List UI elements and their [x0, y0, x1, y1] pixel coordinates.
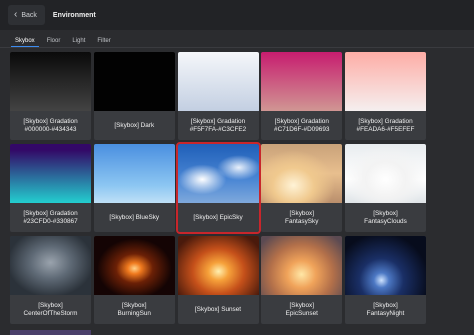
skybox-thumbnail	[177, 144, 259, 203]
skybox-label: [Skybox] Sunset	[194, 305, 242, 313]
skybox-thumbnail	[261, 236, 343, 295]
skybox-thumbnail	[93, 236, 175, 295]
skybox-thumbnail	[10, 52, 91, 111]
skybox-card-fantasyclouds[interactable]: [Skybox] FantasyClouds	[345, 144, 426, 232]
skybox-thumbnail	[177, 52, 259, 111]
skybox-thumbnail	[93, 52, 175, 111]
skybox-card-sunset[interactable]: [Skybox] Sunset	[177, 236, 259, 324]
skybox-label: [Skybox] BlueSky	[109, 213, 160, 221]
skybox-card-dark[interactable]: [Skybox] Dark	[93, 52, 175, 140]
skybox-label: [Skybox] Dark	[114, 121, 155, 129]
skybox-card-fantasynight[interactable]: [Skybox] FantasyNight	[345, 236, 426, 324]
tab-divider	[0, 47, 474, 48]
back-button[interactable]: ‹ Back	[8, 5, 45, 25]
skybox-thumbnail	[261, 52, 343, 111]
skybox-label: [Skybox] Gradation #F5F7FA-#C3CFE2	[189, 117, 247, 133]
skybox-card-burningsun[interactable]: [Skybox] BurningSun	[93, 236, 175, 324]
skybox-label: [Skybox] CenterOfTheStorm	[23, 301, 78, 317]
skybox-thumbnail	[177, 236, 259, 295]
page-title: Environment	[52, 11, 96, 19]
skybox-card-epicsky[interactable]: [Skybox] EpicSky	[175, 142, 261, 234]
skybox-card-gradation-light[interactable]: [Skybox] Gradation #F5F7FA-#C3CFE2	[177, 52, 259, 140]
skybox-card-partial[interactable]	[10, 330, 91, 335]
skybox-card-gradation-peach[interactable]: [Skybox] Gradation #FEADA6-#F5EFEF	[345, 52, 426, 140]
skybox-card-gradation-pink[interactable]: [Skybox] Gradation #C71D6F-#D09693	[261, 52, 343, 140]
skybox-card-epicsunset[interactable]: [Skybox] EpicSunset	[261, 236, 343, 324]
skybox-label: [Skybox] Gradation #23CFD0-#330867	[23, 209, 78, 225]
top-bar: ‹ Back Environment	[0, 0, 474, 30]
skybox-thumbnail	[345, 144, 426, 203]
skybox-card-gradation-black[interactable]: [Skybox] Gradation #000000-#434343	[10, 52, 91, 140]
skybox-thumbnail	[93, 144, 175, 203]
skybox-card-fantasysky[interactable]: [Skybox] FantasySky	[261, 144, 343, 232]
skybox-label: [Skybox] Gradation #000000-#434343	[23, 117, 78, 133]
skybox-label: [Skybox] FantasyClouds	[364, 209, 407, 225]
skybox-grid: [Skybox] Gradation #000000-#434343 [Skyb…	[10, 52, 426, 324]
skybox-card-gradation-cyan[interactable]: [Skybox] Gradation #23CFD0-#330867	[10, 144, 91, 232]
tab-bar: Skybox Floor Light Filter	[0, 30, 474, 48]
skybox-label: [Skybox] Gradation #FEADA6-#F5EFEF	[356, 117, 415, 133]
chevron-left-icon: ‹	[14, 9, 18, 20]
skybox-thumbnail	[345, 236, 426, 295]
skybox-label: [Skybox] FantasySky	[285, 209, 319, 225]
skybox-thumbnail	[10, 144, 91, 203]
skybox-thumbnail	[10, 236, 91, 295]
skybox-thumbnail	[261, 144, 343, 203]
skybox-label: [Skybox] EpicSky	[193, 213, 243, 221]
skybox-label: [Skybox] FantasyNight	[366, 301, 405, 317]
back-label: Back	[21, 11, 37, 19]
skybox-label: [Skybox] Gradation #C71D6F-#D09693	[274, 117, 330, 133]
skybox-label: [Skybox] BurningSun	[117, 301, 151, 317]
skybox-thumbnail	[345, 52, 426, 111]
skybox-card-bluesky[interactable]: [Skybox] BlueSky	[93, 144, 175, 232]
skybox-label: [Skybox] EpicSunset	[285, 301, 318, 317]
skybox-card-centerofthestorm[interactable]: [Skybox] CenterOfTheStorm	[10, 236, 91, 324]
